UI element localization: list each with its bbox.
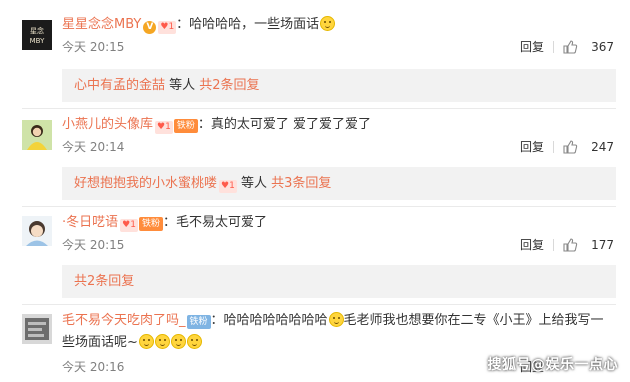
divider — [22, 206, 616, 207]
comment-body: 星星念念MBY V ♥1 ：哈哈哈哈，一些场面话 — [62, 16, 616, 34]
comment-username[interactable]: 星星念念MBY — [62, 17, 141, 32]
like-count: 367 — [591, 40, 614, 54]
divider — [553, 141, 554, 153]
avatar-image: 星念 MBY — [22, 20, 52, 50]
comment-username[interactable]: 毛不易今天吃肉了吗_ — [62, 313, 186, 328]
comment-time: 今天 20:15 — [62, 40, 125, 54]
comment-body: 小燕儿的头像库 ♥1 铁粉 ：真的太可爱了 爱了爱了爱了 — [62, 116, 616, 134]
smile-emoji-icon — [154, 334, 170, 349]
svg-text:MBY: MBY — [30, 37, 45, 45]
svg-text:星念: 星念 — [30, 26, 44, 35]
watermark: 搜狐号@娱乐一点心 — [487, 357, 618, 373]
heart-badge-icon: ♥1 — [219, 180, 237, 193]
comment-body: 毛不易今天吃肉了吗_ 铁粉 ：哈哈哈哈哈哈哈哈 毛老师我也想要你在二专《小王》上给我写… — [62, 312, 616, 330]
fan-badge-icon: 铁粉 — [138, 217, 163, 231]
comment-time: 今天 20:14 — [62, 140, 125, 154]
comment-time: 今天 20:15 — [62, 238, 125, 252]
more-replies-link[interactable]: 共2条回复 — [74, 274, 134, 289]
comment-username[interactable]: ·冬日呓语 — [62, 215, 118, 230]
reply-button[interactable]: 回复 — [520, 138, 544, 156]
laugh-emoji-icon — [320, 16, 336, 31]
divider — [553, 41, 554, 53]
like-button[interactable]: 247 — [562, 138, 614, 156]
reply-button[interactable]: 回复 — [520, 38, 544, 56]
comment-meta: 今天 20:15 回复 177 — [62, 236, 614, 254]
avatar-image — [22, 216, 52, 246]
more-replies-link[interactable]: 共2条回复 — [199, 78, 259, 93]
divider — [22, 304, 616, 305]
comment-time: 今天 20:16 — [62, 360, 125, 374]
avatar[interactable] — [22, 216, 52, 246]
smile-emoji-icon — [138, 334, 154, 349]
fan-badge-icon: 铁粉 — [173, 119, 198, 133]
divider — [22, 108, 616, 109]
smile-emoji-icon — [170, 334, 186, 349]
like-count: 177 — [591, 238, 614, 252]
subreply-suffix: 等人 — [236, 176, 272, 191]
avatar[interactable] — [22, 120, 52, 150]
subreply-username[interactable]: 好想抱抱我的小水蜜桃喽 — [74, 176, 217, 191]
more-replies-link[interactable]: 共3条回复 — [271, 176, 331, 191]
avatar-image — [22, 314, 52, 344]
fan-badge-icon: 铁粉 — [186, 315, 211, 329]
subreply-suffix: 等人 — [165, 78, 200, 93]
avatar[interactable]: 星念 MBY — [22, 20, 52, 50]
comment-text: ：哈哈哈哈，一些场面话 — [176, 17, 320, 32]
comment-body: ·冬日呓语 ♥1 铁粉 ：毛不易太可爱了 — [62, 214, 616, 232]
smile-emoji-icon — [186, 334, 202, 349]
heart-badge-icon: ♥1 — [158, 21, 177, 34]
heart-badge-icon: ♥1 — [120, 219, 138, 232]
heart-badge-icon: ♥1 — [155, 121, 173, 134]
comment-text-continued: 毛老师我也想要你在二专《小王》上给我写一 — [343, 313, 604, 328]
thumbs-up-icon — [563, 40, 578, 54]
comment-text: ：哈哈哈哈哈哈哈哈 — [210, 313, 328, 328]
subreply-username[interactable]: 心中有孟的金喆 — [74, 78, 165, 93]
comment-text: ：真的太可爱了 爱了爱了爱了 — [197, 117, 371, 132]
avatar-image — [22, 120, 52, 150]
thumbs-up-icon — [563, 140, 578, 154]
subreply-box: 共2条回复 — [62, 265, 616, 298]
comment-text-end: 些场面话呢~ — [62, 335, 138, 350]
avatar[interactable] — [22, 314, 52, 344]
subreply-box: 好想抱抱我的小水蜜桃喽 ♥1 等人 共3条回复 — [62, 167, 616, 200]
like-count: 247 — [591, 140, 614, 154]
like-button[interactable]: 177 — [562, 236, 614, 254]
divider — [553, 239, 554, 251]
comment-text: ：毛不易太可爱了 — [162, 215, 267, 230]
reply-button[interactable]: 回复 — [520, 236, 544, 254]
like-button[interactable]: 367 — [562, 38, 614, 56]
thumbs-up-icon — [563, 238, 578, 252]
comment-username[interactable]: 小燕儿的头像库 — [62, 117, 153, 132]
comment-body-line2: 些场面话呢~ — [62, 334, 616, 352]
comment-meta: 今天 20:14 回复 247 — [62, 138, 614, 156]
laugh-emoji-icon — [328, 312, 344, 327]
verified-v-icon: V — [143, 21, 157, 34]
comment-meta: 今天 20:15 回复 367 — [62, 38, 614, 56]
subreply-box: 心中有孟的金喆 等人 共2条回复 — [62, 69, 616, 102]
